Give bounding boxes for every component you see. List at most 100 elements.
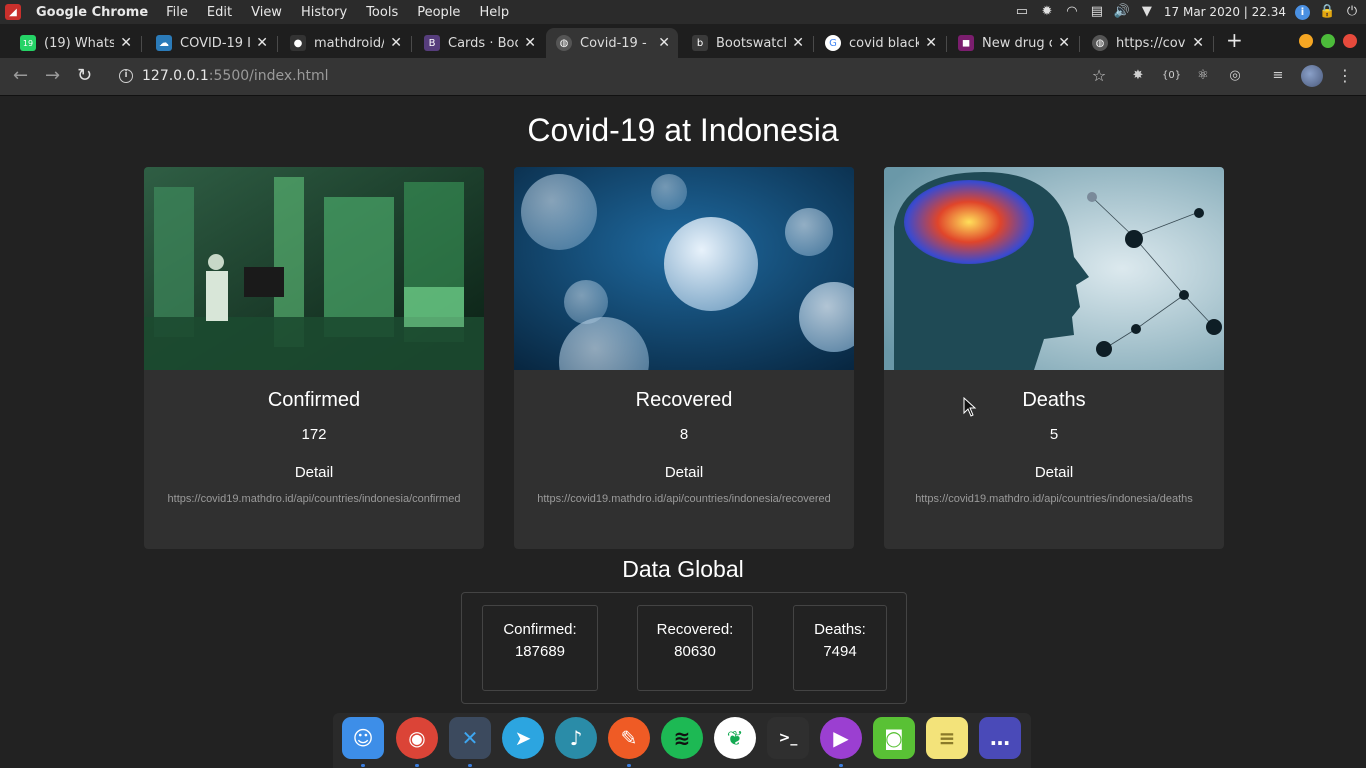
dropdown-icon[interactable]: ▼ (1139, 5, 1155, 19)
music-icon[interactable]: ♪ (555, 717, 597, 759)
lock-icon[interactable]: 🔒 (1319, 5, 1335, 19)
tab-title: COVID-19 Ir (180, 35, 250, 51)
tab-title: New drug c (982, 35, 1052, 51)
clipboard-icon[interactable]: ▤ (1089, 5, 1105, 19)
address-bar[interactable]: 127.0.0.1:5500/index.html (142, 68, 329, 84)
menu-history[interactable]: History (301, 5, 347, 20)
spotify-icon[interactable]: ≋ (661, 717, 703, 759)
wifi-icon[interactable]: ◠ (1064, 5, 1080, 19)
screenshot-icon[interactable]: ◙ (873, 717, 915, 759)
cloud-icon: ☁ (156, 35, 172, 51)
close-icon[interactable]: ✕ (390, 35, 402, 51)
detail-link[interactable]: Detail (514, 464, 854, 481)
battery-icon[interactable]: ▭ (1014, 5, 1030, 19)
running-indicator (361, 764, 365, 767)
card-value: 8 (679, 426, 689, 443)
clock[interactable]: 17 Mar 2020 | 22.34 (1164, 5, 1286, 19)
close-icon[interactable]: ✕ (1192, 35, 1204, 51)
bookmark-star-icon[interactable]: ☆ (1091, 68, 1107, 84)
power-icon[interactable]: ⏻ (1344, 5, 1360, 19)
profile-avatar[interactable] (1301, 65, 1323, 87)
tab-covid-ir[interactable]: ☁ COVID-19 Ir ✕ (146, 28, 272, 58)
tab-title: https://covi (1116, 35, 1186, 51)
close-icon[interactable]: ✕ (658, 35, 670, 51)
url-host: 127.0.0.1 (142, 68, 209, 84)
detail-link[interactable]: Detail (144, 464, 484, 481)
bootswatch-icon: b (692, 35, 708, 51)
site-info-icon[interactable]: i (119, 69, 133, 83)
menu-people[interactable]: People (417, 5, 460, 20)
notes-icon[interactable]: ≡ (926, 717, 968, 759)
tab-covid-active[interactable]: ◍ Covid-19 - I ✕ (546, 28, 678, 58)
media-player-icon[interactable]: ▶ (820, 717, 862, 759)
menu-edit[interactable]: Edit (207, 5, 232, 20)
site-icon: ◼ (958, 35, 974, 51)
close-window-button[interactable] (1343, 34, 1357, 48)
github-icon: ● (290, 35, 306, 51)
volume-icon[interactable]: 🔊 (1114, 5, 1130, 19)
stat-label: Recovered: (656, 621, 734, 638)
react-devtools-icon[interactable]: ⚛ (1195, 68, 1211, 84)
card-value: 5 (1049, 426, 1059, 443)
global-recovered: Recovered: 80630 (637, 605, 753, 691)
bootstrap-icon: B (424, 35, 440, 51)
extension-target-icon[interactable]: ◎ (1227, 68, 1243, 84)
close-icon[interactable]: ✕ (256, 35, 268, 51)
menu-tools[interactable]: Tools (366, 5, 398, 20)
tab-bootstrap-cards[interactable]: B Cards · Boot ✕ (414, 28, 540, 58)
app-name[interactable]: Google Chrome (36, 5, 148, 20)
chrome-icon[interactable]: ◉ (396, 717, 438, 759)
close-icon[interactable]: ✕ (120, 35, 132, 51)
settings-gear-icon[interactable]: ✹ (1039, 5, 1055, 19)
system-tray: ▭ ✹ ◠ ▤ 🔊 ▼ 17 Mar 2020 | 22.34 i 🔒 ⏻ (1014, 0, 1360, 24)
info-icon[interactable]: i (1295, 4, 1310, 20)
media-queue-icon[interactable]: ≡ (1270, 68, 1286, 84)
menu-help[interactable]: Help (479, 5, 509, 20)
maximize-button[interactable] (1321, 34, 1335, 48)
close-icon[interactable]: ✕ (792, 35, 804, 51)
mongodb-icon[interactable]: ❦ (714, 717, 756, 759)
running-indicator (839, 764, 843, 767)
extension-feather-icon[interactable]: ✸ (1130, 68, 1146, 84)
virus-image (514, 167, 854, 370)
tab-strip: 19 (19) WhatsA ✕ ☁ COVID-19 Ir ✕ ● mathd… (0, 24, 1366, 58)
card-recovered: Recovered 8 Detail https://covid19.mathd… (514, 167, 854, 549)
tab-divider (1079, 36, 1080, 52)
menu-file[interactable]: File (166, 5, 188, 20)
app-grid-icon[interactable]: … (979, 717, 1021, 759)
menu-view[interactable]: View (251, 5, 282, 20)
head-network-image (884, 167, 1224, 370)
close-icon[interactable]: ✕ (925, 35, 937, 51)
minimize-button[interactable] (1299, 34, 1313, 48)
global-title: Data Global (622, 556, 744, 582)
vscode-icon[interactable]: ✕ (449, 717, 491, 759)
tab-google-search[interactable]: G covid black ✕ (815, 28, 941, 58)
terminal-icon[interactable]: >_ (767, 717, 809, 759)
finder-icon[interactable]: ☺ (342, 717, 384, 759)
app-menu: File Edit View History Tools People Help (166, 5, 528, 20)
new-tab-button[interactable]: + (1226, 30, 1243, 50)
close-icon[interactable]: ✕ (1058, 35, 1070, 51)
close-icon[interactable]: ✕ (524, 35, 536, 51)
global-deaths: Deaths: 7494 (793, 605, 887, 691)
global-stats: Confirmed: 187689 Recovered: 80630 Death… (461, 592, 907, 704)
tab-new-drug[interactable]: ◼ New drug c ✕ (948, 28, 1074, 58)
stat-label: Deaths: (814, 621, 866, 638)
telegram-icon[interactable]: ➤ (502, 717, 544, 759)
tab-divider (277, 36, 278, 52)
more-menu-icon[interactable]: ⋮ (1337, 68, 1353, 84)
tab-whatsapp[interactable]: 19 (19) WhatsA ✕ (10, 28, 136, 58)
tab-title: Covid-19 - I (580, 35, 650, 51)
reload-button[interactable]: ↻ (77, 66, 92, 86)
card-confirmed: Confirmed 172 Detail https://covid19.mat… (144, 167, 484, 549)
tab-https-covid[interactable]: ◍ https://covi ✕ (1082, 28, 1208, 58)
postman-icon[interactable]: ✎ (608, 717, 650, 759)
tab-divider (411, 36, 412, 52)
tab-bootswatch[interactable]: b Bootswatch ✕ (682, 28, 808, 58)
back-button[interactable]: ← (13, 66, 28, 86)
detail-link[interactable]: Detail (884, 464, 1224, 481)
tab-github[interactable]: ● mathdroid/ ✕ (280, 28, 406, 58)
app-logo-icon[interactable]: ◢ (5, 4, 21, 20)
extension-code-icon[interactable]: {0} (1162, 68, 1181, 84)
forward-button[interactable]: → (45, 66, 60, 86)
